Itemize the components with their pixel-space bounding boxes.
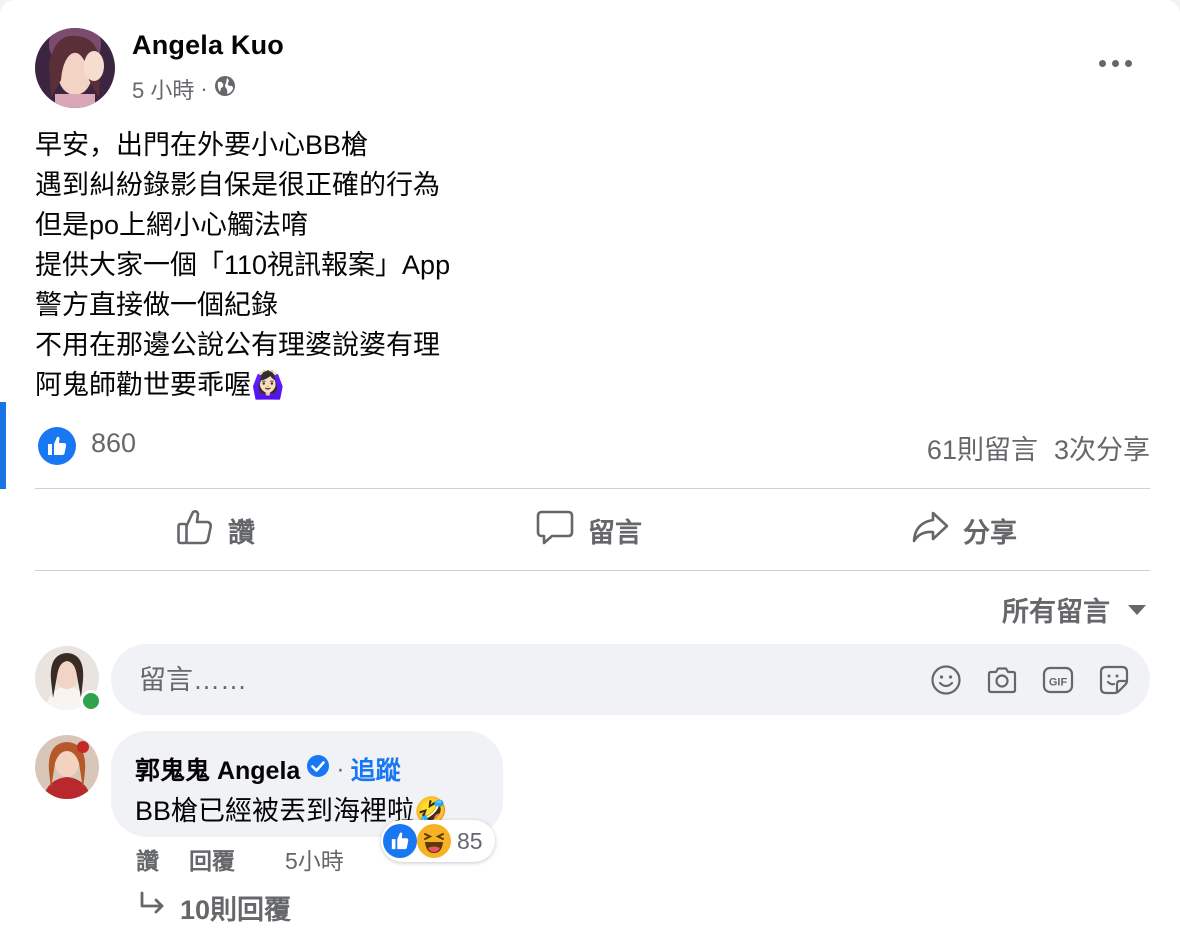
svg-text:GIF: GIF: [1049, 677, 1068, 689]
verified-badge-icon: [306, 754, 330, 785]
divider: [35, 488, 1150, 489]
post-card: Angela Kuo 5 小時 · 早安，出門在外要小心BB槍 遇到糾紛錄影自保…: [0, 0, 1180, 938]
divider: [35, 570, 1150, 571]
comment-header-separator: ·: [336, 754, 345, 783]
comment-bubble-icon: [536, 508, 574, 553]
reply-arrow-icon: [138, 890, 166, 925]
comment-sort-label: 所有留言: [1002, 597, 1110, 627]
emoji-icon[interactable]: [930, 664, 962, 696]
comment-like-button[interactable]: 讚: [136, 842, 159, 876]
thumbs-up-icon: [176, 508, 214, 553]
author-name[interactable]: Angela Kuo: [132, 30, 284, 61]
post-timestamp[interactable]: 5 小時: [132, 73, 194, 105]
post-stats: 61則留言 3次分享: [927, 428, 1150, 467]
camera-icon[interactable]: [986, 664, 1018, 696]
caret-down-icon: [1128, 604, 1146, 615]
comment-composer[interactable]: GIF: [111, 644, 1150, 717]
globe-icon: [214, 75, 236, 103]
share-button[interactable]: 分享: [911, 506, 1017, 554]
follow-button[interactable]: 追蹤: [351, 751, 401, 787]
comment-input[interactable]: [137, 644, 901, 717]
haha-reaction-icon: [417, 824, 451, 858]
gif-icon[interactable]: GIF: [1042, 664, 1074, 696]
comment-reply-button[interactable]: 回覆: [189, 842, 235, 876]
focus-indicator: [0, 402, 6, 489]
post-line: 遇到糾紛錄影自保是很正確的行為: [35, 170, 440, 200]
like-reaction-icon[interactable]: [38, 427, 76, 465]
share-arrow-icon: [911, 508, 949, 553]
online-status-indicator: [80, 690, 102, 712]
post-line: 早安，出門在外要小心BB槍: [35, 130, 369, 160]
shares-count[interactable]: 3次分享: [1054, 428, 1150, 467]
like-count[interactable]: 860: [91, 428, 136, 459]
like-button-label: 讚: [228, 517, 255, 548]
sticker-icon[interactable]: [1098, 664, 1130, 696]
more-dot-icon: [1124, 59, 1132, 67]
comment-button[interactable]: 留言: [536, 506, 642, 554]
meta-separator: ·: [200, 76, 208, 101]
commenter-avatar[interactable]: [35, 735, 99, 799]
comment-actions: 讚 回覆 5小時: [136, 842, 344, 876]
comment-reactions[interactable]: 85: [381, 820, 495, 862]
comment-reaction-count: 85: [457, 827, 483, 854]
share-button-label: 分享: [963, 517, 1017, 548]
like-reaction-icon: [383, 824, 417, 858]
comments-count[interactable]: 61則留言: [927, 428, 1038, 467]
like-button[interactable]: 讚: [176, 506, 255, 554]
more-dot-icon: [1098, 59, 1106, 67]
comment-header: 郭鬼鬼 Angela · 追蹤: [135, 751, 401, 787]
more-options-button[interactable]: [1095, 54, 1135, 72]
post-meta: 5 小時 ·: [132, 73, 236, 105]
post-line: 阿鬼師勸世要乖喔🙆🏻‍♀️: [35, 370, 285, 400]
commenter-name[interactable]: 郭鬼鬼 Angela: [135, 751, 300, 787]
author-avatar[interactable]: [35, 28, 115, 108]
post-line: 提供大家一個「110視訊報案」App: [35, 250, 451, 280]
more-dot-icon: [1111, 59, 1119, 67]
view-replies-button[interactable]: 10則回覆: [138, 888, 291, 927]
comment-button-label: 留言: [588, 517, 642, 548]
view-replies-label: 10則回覆: [180, 895, 292, 925]
post-body: 早安，出門在外要小心BB槍 遇到糾紛錄影自保是很正確的行為 但是po上網小心觸法…: [35, 125, 450, 405]
post-line: 不用在那邊公說公有理婆說婆有理: [35, 330, 440, 360]
comment-sort-dropdown[interactable]: 所有留言: [1002, 590, 1146, 629]
post-line: 但是po上網小心觸法唷: [35, 210, 309, 240]
post-line: 警方直接做一個紀錄: [35, 290, 278, 320]
comment-timestamp[interactable]: 5小時: [285, 842, 344, 876]
